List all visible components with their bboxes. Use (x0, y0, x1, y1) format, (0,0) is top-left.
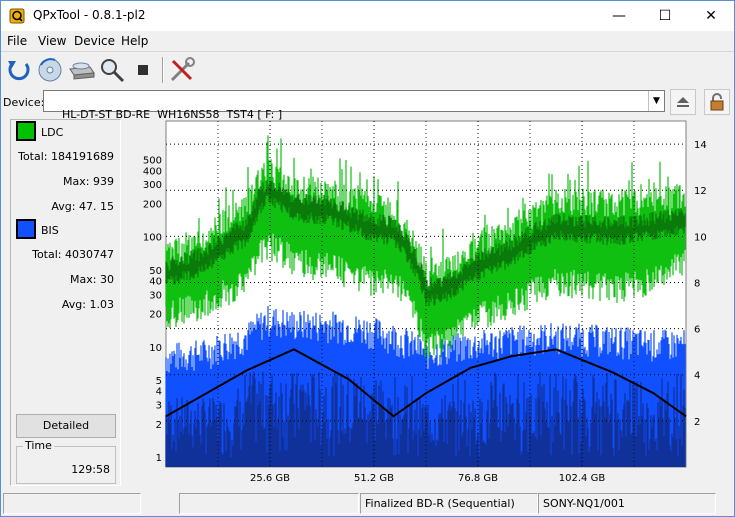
bis-total-label: Total: (32, 248, 62, 261)
chevron-down-icon[interactable]: ▼ (648, 91, 664, 111)
refresh-icon[interactable] (4, 55, 34, 85)
lock-button[interactable] (704, 89, 730, 115)
ldc-max-label: Max: (63, 175, 90, 188)
menu-view[interactable]: View (38, 34, 66, 48)
ldc-avg-label: Avg: (51, 200, 76, 213)
eject-icon (677, 97, 689, 107)
y-left-tick-label: 10 (149, 343, 162, 354)
status-left (3, 493, 141, 514)
ldc-total-value: 184191689 (51, 150, 114, 163)
y-left-tick-label: 200 (143, 200, 162, 211)
bis-avg-value: 1.03 (89, 298, 115, 311)
menu-file[interactable]: File (7, 34, 27, 48)
ldc-avg-value: 47. 15 (79, 200, 114, 213)
ldc-legend-label: LDC (41, 126, 64, 139)
y-right-tick-label: 14 (694, 140, 707, 151)
status-media-id: SONY-NQ1/001 (538, 493, 716, 514)
ldc-avg: Avg: 47. 15 (51, 200, 114, 213)
bis-avg: Avg: 1.03 (62, 298, 114, 311)
lock-icon (710, 93, 724, 111)
y-left-tick-label: 5 (156, 376, 162, 387)
detailed-button[interactable]: Detailed (16, 414, 116, 438)
close-button[interactable]: ✕ (688, 1, 734, 31)
bis-color-swatch (16, 219, 36, 239)
stop-icon[interactable] (128, 55, 158, 85)
drive-icon[interactable] (66, 55, 96, 85)
device-select[interactable]: HL-DT-ST BD-RE WH16NS58 TST4 [ F: ] ▼ (43, 90, 665, 121)
y-left-tick-label: 4 (156, 387, 162, 398)
time-label: Time (23, 439, 54, 452)
y-left-tick-label: 2 (156, 420, 162, 431)
qpxtool-app-icon (9, 8, 25, 24)
y-left-tick-label: 20 (149, 310, 162, 321)
eject-button[interactable] (670, 89, 696, 115)
x-tick-label: 102.4 GB (559, 473, 606, 484)
y-left-tick-label: 50 (149, 266, 162, 277)
toolbar-separator (162, 57, 164, 83)
device-label: Device: (3, 96, 45, 109)
menu-help[interactable]: Help (121, 34, 148, 48)
bis-max-value: 30 (100, 273, 114, 286)
time-value: 129:58 (71, 463, 110, 476)
menu-device[interactable]: Device (74, 34, 115, 48)
bis-total: Total: 4030747 (32, 248, 114, 261)
x-tick-label: 25.6 GB (250, 473, 290, 484)
y-left-tick-label: 100 (143, 233, 162, 244)
time-box: Time 129:58 (16, 439, 116, 484)
y-right-tick-label: 2 (694, 417, 700, 428)
settings-tools-icon[interactable] (167, 55, 197, 85)
y-right-tick-label: 12 (694, 186, 707, 197)
bis-max: Max: 30 (70, 273, 114, 286)
bis-avg-label: Avg: (61, 298, 86, 311)
window-title: QPxTool - 0.8.1-pl2 (33, 8, 146, 22)
y-left-tick-label: 1 (156, 453, 162, 464)
magnify-icon[interactable] (97, 55, 127, 85)
status-bar: Finalized BD-R (Sequential) SONY-NQ1/001 (1, 491, 734, 516)
menu-bar: File View Device Help (1, 31, 734, 51)
ldc-max: Max: 939 (63, 175, 114, 188)
scan-chart: 5004003002001005040302010543211412108642… (143, 120, 707, 484)
toolbar (1, 51, 734, 87)
ldc-total: Total: 184191689 (18, 150, 114, 163)
maximize-button[interactable]: ☐ (642, 1, 688, 31)
bis-legend-label: BIS (41, 224, 59, 237)
disc-icon[interactable] (35, 55, 65, 85)
y-right-tick-label: 4 (694, 371, 700, 382)
minimize-button[interactable]: — (596, 1, 642, 31)
y-left-tick-label: 3 (156, 401, 162, 412)
device-bar: Device: HL-DT-ST BD-RE WH16NS58 TST4 [ F… (1, 87, 734, 121)
ldc-max-value: 939 (93, 175, 114, 188)
y-right-tick-label: 10 (694, 232, 707, 243)
y-left-tick-label: 400 (143, 166, 162, 177)
x-tick-label: 76.8 GB (458, 473, 498, 484)
y-right-tick-label: 8 (694, 278, 700, 289)
bis-max-label: Max: (70, 273, 97, 286)
status-mid (179, 493, 359, 514)
y-left-tick-label: 40 (149, 277, 162, 288)
ldc-total-label: Total: (18, 150, 48, 163)
y-left-tick-label: 30 (149, 290, 162, 301)
ldc-color-swatch (16, 121, 36, 141)
y-right-tick-label: 6 (694, 325, 700, 336)
y-left-tick-label: 500 (143, 156, 162, 167)
title-bar: QPxTool - 0.8.1-pl2 — ☐ ✕ (1, 1, 734, 31)
bis-total-value: 4030747 (65, 248, 114, 261)
status-disc-type: Finalized BD-R (Sequential) (360, 493, 538, 514)
x-tick-label: 51.2 GB (354, 473, 394, 484)
y-left-tick-label: 300 (143, 180, 162, 191)
